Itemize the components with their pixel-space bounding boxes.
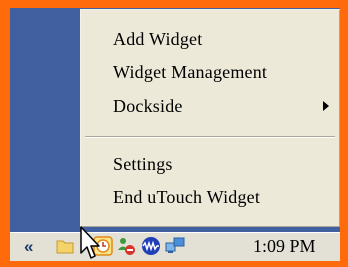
menu-separator [85,136,335,138]
taskbar-notification-area: « 1:09 PM [10,232,340,261]
menu-item-label: End uTouch Widget [113,186,261,207]
menu-item-dockside[interactable]: Dockside [82,91,339,121]
network-users-icon[interactable] [117,236,137,256]
menu-item-label: Add Widget [113,28,203,49]
monitor-network-icon[interactable] [165,236,185,256]
menu-item-end-utouch-widget[interactable]: End uTouch Widget [82,182,339,212]
mouse-pointer-icon [80,226,100,259]
menu-item-add-widget[interactable]: Add Widget [82,24,339,54]
folder-icon[interactable] [55,236,75,256]
taskbar-clock[interactable]: 1:09 PM [253,236,316,257]
menu-item-label: Dockside [113,95,183,116]
menu-item-widget-management[interactable]: Widget Management [82,57,339,87]
menu-item-settings[interactable]: Settings [82,149,339,179]
show-hidden-icons-chevron[interactable]: « [24,237,33,257]
audio-wave-icon[interactable] [139,236,163,256]
menu-item-label: Widget Management [113,61,268,82]
tray-context-menu: Add Widget Widget Management Dockside Se… [80,9,340,227]
submenu-arrow-icon [323,101,329,111]
menu-item-label: Settings [113,153,173,174]
